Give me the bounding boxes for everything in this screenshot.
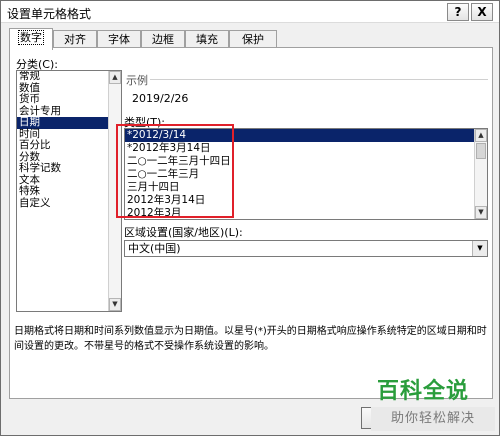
locale-select[interactable]: 中文(中国) ▼ (124, 240, 488, 257)
title-bar: 设置单元格格式 ? X (1, 1, 499, 23)
dialog-title: 设置单元格格式 (7, 7, 92, 21)
category-item[interactable]: 货币 (17, 93, 121, 106)
date-format-description: 日期格式将日期和时间系列数值显示为日期值。以星号(*)开头的日期格式响应操作系统… (14, 326, 487, 352)
watermark-main-text: 百科全说 (377, 379, 470, 404)
scroll-up-icon[interactable]: ▲ (109, 71, 121, 84)
sample-group-line (150, 79, 488, 80)
help-button[interactable]: ? (447, 3, 469, 21)
close-button[interactable]: X (471, 3, 493, 21)
locale-value: 中文(中国) (128, 242, 181, 255)
watermark-sub-text: 助你轻松解决 (371, 407, 495, 431)
category-item[interactable]: 自定义 (17, 197, 121, 210)
scroll-thumb[interactable] (476, 143, 486, 159)
category-scrollbar[interactable]: ▲ ▼ (108, 71, 121, 311)
category-list[interactable]: 常规 数值 货币 会计专用 日期 时间 百分比 分数 科学记数 文本 特殊 自定… (16, 70, 122, 312)
sample-value: 2019/2/26 (132, 92, 189, 105)
category-item-selected[interactable]: 日期 (17, 116, 121, 129)
locale-label: 区域设置(国家/地区)(L): (124, 226, 243, 239)
category-item[interactable]: 百分比 (17, 139, 121, 152)
category-item[interactable]: 特殊 (17, 185, 121, 198)
type-item[interactable]: 2012年3月 (125, 207, 487, 219)
tab-number[interactable]: 数字 (9, 28, 53, 50)
type-item[interactable]: 2012年3月14日 (125, 194, 487, 207)
format-cells-dialog: 设置单元格格式 ? X 数字 对齐 字体 边框 填充 保护 分类(C): 常规 … (0, 0, 500, 436)
chevron-down-icon[interactable]: ▼ (472, 241, 487, 256)
scroll-up-icon[interactable]: ▲ (475, 129, 487, 142)
type-list[interactable]: *2012/3/14 *2012年3月14日 二○一二年三月十四日 二○一二年三… (124, 128, 488, 220)
scroll-down-icon[interactable]: ▼ (109, 298, 121, 311)
number-tab-panel: 分类(C): 常规 数值 货币 会计专用 日期 时间 百分比 分数 科学记数 文… (9, 47, 493, 399)
type-item[interactable]: 二○一二年三月 (125, 168, 487, 181)
category-item[interactable]: 科学记数 (17, 162, 121, 175)
type-item-selected[interactable]: *2012/3/14 (125, 129, 487, 142)
sample-label: 示例 (126, 74, 148, 87)
type-scrollbar[interactable]: ▲ ▼ (474, 129, 487, 219)
type-item[interactable]: 三月十四日 (125, 181, 487, 194)
category-item[interactable]: 常规 (17, 71, 121, 83)
scroll-down-icon[interactable]: ▼ (475, 206, 487, 219)
watermark-logo: 百科全说 助你轻松解决 (367, 373, 497, 435)
type-item[interactable]: *2012年3月14日 (125, 142, 487, 155)
type-item[interactable]: 二○一二年三月十四日 (125, 155, 487, 168)
